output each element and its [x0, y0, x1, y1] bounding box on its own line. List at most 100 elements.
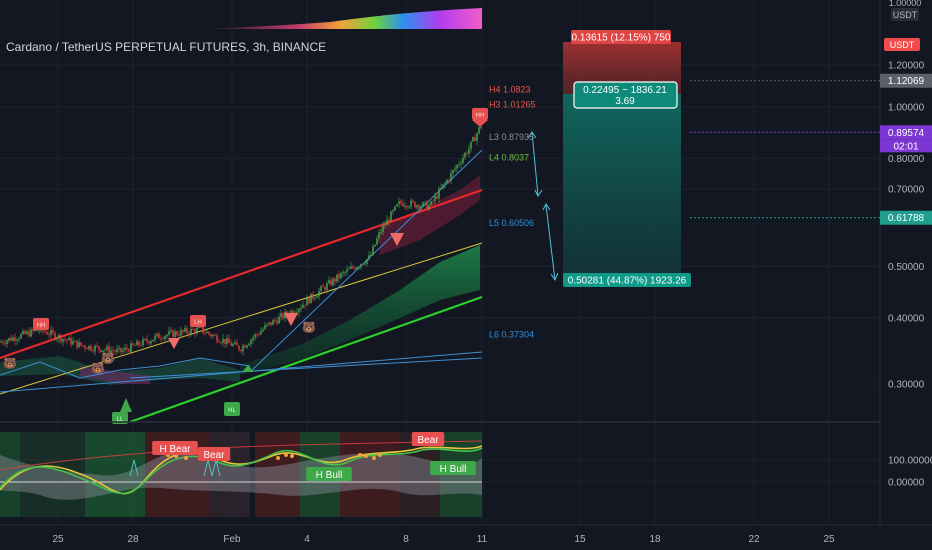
candle-body: [202, 326, 204, 334]
candle-body: [68, 337, 70, 341]
time-tick-label: 18: [649, 534, 661, 545]
candle-body: [20, 334, 22, 339]
candle-body: [474, 137, 476, 141]
candle-body: [388, 219, 390, 222]
candle-body: [306, 297, 308, 306]
candle-body: [436, 196, 438, 199]
candle-body: [188, 332, 190, 335]
candle-body: [48, 334, 50, 336]
osc-dot: [364, 454, 368, 458]
candle-body: [138, 341, 140, 345]
candle-body: [154, 335, 156, 340]
candle-body: [244, 345, 246, 348]
osc-dot: [290, 454, 294, 458]
osc-signal-label: H Bull: [316, 470, 343, 481]
pivot-level-label: L3 0.87935: [489, 132, 534, 142]
time-tick-label: 11: [477, 534, 488, 545]
candle-body: [128, 349, 130, 352]
candle-body: [196, 328, 198, 334]
candle-body: [104, 349, 106, 351]
candle-body: [360, 264, 362, 267]
candle-body: [18, 338, 20, 340]
candle-body: [262, 329, 264, 332]
price-tick-label: 0.80000: [888, 154, 925, 165]
candle-body: [266, 324, 268, 326]
candle-body: [406, 206, 408, 208]
candle-body: [382, 225, 384, 232]
candle-body: [100, 349, 102, 353]
pivot-level-label: L5 0.60506: [489, 218, 534, 228]
candle-body: [340, 273, 342, 279]
candle-body: [124, 347, 126, 351]
candle-body: [402, 202, 404, 207]
candle-body: [322, 286, 324, 288]
candle-body: [410, 200, 412, 207]
candle-body: [248, 343, 250, 346]
price-tick-label: 0.30000: [888, 380, 925, 391]
candle-body: [356, 267, 358, 270]
time-tick-label: 28: [127, 534, 139, 545]
candle-body: [94, 345, 96, 352]
candle-body: [432, 201, 434, 202]
price-tick-label: 0.50000: [888, 262, 925, 273]
candle-body: [168, 331, 170, 335]
position-tool[interactable]: 0.13615 (12.15%) 750 0.22495 ~ 1836.21 3…: [563, 30, 691, 287]
candle-body: [208, 331, 210, 335]
candle-body: [72, 341, 74, 345]
candle-body: [346, 269, 348, 273]
candle-body: [270, 322, 272, 325]
candle-body: [164, 336, 166, 340]
candle-body: [116, 349, 118, 352]
candle-body: [62, 338, 64, 342]
candle-body: [36, 329, 38, 331]
candle-body: [440, 187, 442, 189]
pivot-level-label: H4 1.0823: [489, 84, 531, 94]
candle-body: [300, 307, 302, 310]
candle-body: [252, 337, 254, 340]
candle-body: [350, 266, 352, 269]
currency-label: USDT: [893, 10, 918, 20]
svg-text:HL: HL: [228, 408, 236, 414]
candle-body: [342, 272, 344, 274]
candle-body: [172, 330, 174, 338]
candle-body: [126, 347, 128, 350]
candle-body: [174, 331, 176, 338]
candle-body: [398, 201, 400, 205]
candle-body: [204, 333, 206, 334]
candle-body: [276, 320, 278, 324]
marker-hh-2: HH: [472, 108, 488, 120]
candle-body: [102, 350, 104, 353]
chart-canvas[interactable]: 0.13615 (12.15%) 750 0.22495 ~ 1836.21 3…: [0, 0, 932, 550]
candle-body: [390, 211, 392, 222]
candle-body: [84, 345, 86, 349]
osc-signal-label: H Bear: [159, 444, 191, 455]
time-tick-label: 4: [304, 534, 310, 545]
price-tick-label: 1.20000: [888, 61, 925, 72]
entry-label-line2: 3.69: [615, 96, 635, 107]
candle-body: [218, 341, 220, 343]
svg-text:HH: HH: [37, 323, 46, 329]
candle-body: [282, 313, 284, 319]
time-tick-label: Feb: [223, 534, 241, 545]
candle-body: [320, 286, 322, 291]
bear-face-icon-4: 🐻: [302, 320, 316, 334]
candle-body: [30, 329, 32, 337]
candle-body: [470, 141, 472, 149]
bear-face-icon-3: 🐻: [101, 351, 115, 365]
candle-body: [352, 266, 354, 268]
osc-dot: [284, 453, 288, 457]
candle-body: [8, 337, 10, 341]
candle-body: [412, 200, 414, 202]
price-label: 0.89574: [888, 128, 925, 139]
currency-label-2: USDT: [890, 40, 915, 50]
candle-body: [274, 320, 276, 321]
candle-body: [136, 341, 138, 346]
candle-body: [194, 329, 196, 334]
candle-body: [70, 337, 72, 345]
candle-body: [16, 339, 18, 341]
candle-body: [140, 344, 142, 346]
candle-body: [56, 338, 58, 340]
candle-body: [24, 330, 26, 334]
candle-body: [394, 206, 396, 211]
candle-body: [120, 347, 122, 352]
